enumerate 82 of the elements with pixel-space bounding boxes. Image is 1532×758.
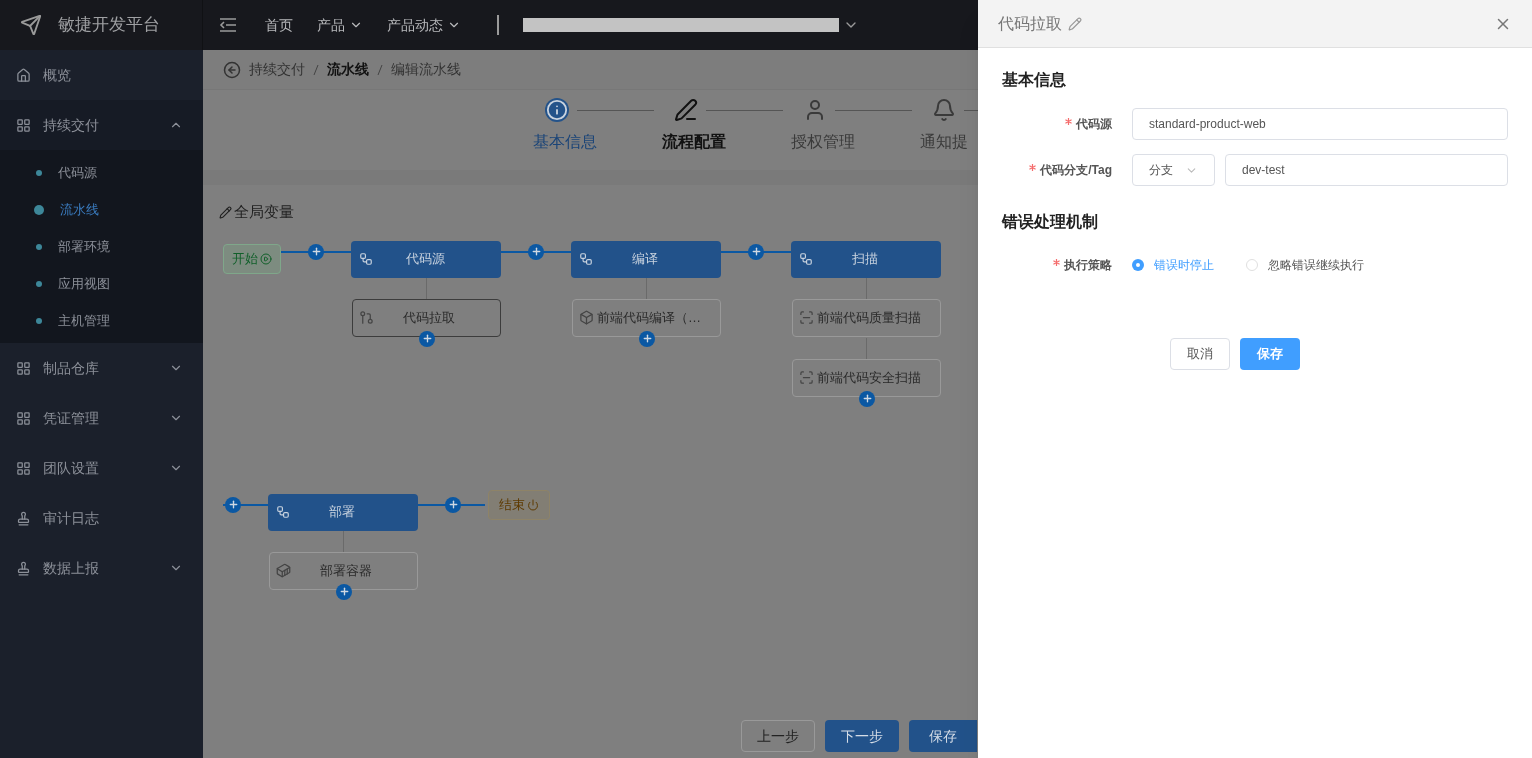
stage-header[interactable]: 代码源 <box>351 240 501 278</box>
scan-icon <box>799 370 814 385</box>
sidebar-item[interactable]: 团队设置 <box>0 443 203 493</box>
bullet-icon <box>36 169 42 176</box>
box-icon <box>579 310 594 325</box>
nav-menu-item[interactable]: 首页 <box>253 14 305 36</box>
step-label: 授权管理 <box>791 132 855 152</box>
footer-button[interactable]: 下一步 <box>825 720 899 752</box>
bullet-icon <box>36 243 42 250</box>
input-field[interactable]: dev-test <box>1225 154 1508 186</box>
stamp-icon <box>16 510 31 526</box>
sidebar-subitem[interactable]: 主机管理 <box>0 302 203 339</box>
step-label: 通知提 <box>920 132 968 152</box>
end-node: 结束 <box>488 489 550 520</box>
task-node[interactable]: 部署容器 <box>269 551 418 590</box>
edit-icon <box>219 205 232 219</box>
drawer-title: 代码拉取 <box>998 13 1062 34</box>
grid-icon <box>16 117 31 133</box>
sidebar-item[interactable]: 凭证管理 <box>0 393 203 443</box>
logo-icon <box>20 14 42 36</box>
input-field[interactable]: standard-product-web <box>1132 108 1508 140</box>
sidebar-subitem[interactable]: 流水线 <box>0 191 203 228</box>
select-field[interactable]: 分支 <box>1132 154 1215 186</box>
bullet-icon <box>36 317 42 324</box>
step-label: 基本信息 <box>533 132 597 152</box>
step-label: 流程配置 <box>662 132 726 152</box>
container-icon <box>276 563 291 578</box>
slash-icon <box>377 63 383 76</box>
sidebar-subitem[interactable]: 部署环境 <box>0 228 203 265</box>
stage-header[interactable]: 扫描 <box>791 240 941 278</box>
stage-icon <box>359 252 373 266</box>
bullet-icon <box>36 280 42 287</box>
sidebar-item[interactable]: 持续交付 <box>0 100 203 150</box>
stage-icon <box>799 252 813 266</box>
sidebar-item[interactable]: 审计日志 <box>0 493 203 543</box>
back-icon[interactable] <box>223 60 241 79</box>
task-node[interactable]: 前端代码安全扫描 <box>792 358 941 397</box>
field-label: 执行策略 <box>1064 257 1112 274</box>
task-node[interactable]: 前端代码质量扫描 <box>792 298 941 337</box>
footer-button[interactable]: 保存 <box>909 720 977 752</box>
brand-name: 敏捷开发平台 <box>58 14 160 37</box>
start-node: 开始 <box>223 243 281 274</box>
global-variables-link[interactable]: 全局变量 <box>234 201 294 224</box>
edit-icon <box>1068 16 1082 31</box>
home-icon <box>16 67 31 83</box>
section-title: 基本信息 <box>1002 70 1067 90</box>
field-label: 代码分支/Tag <box>1040 162 1112 179</box>
bullet-icon <box>34 204 44 215</box>
sidebar-item[interactable]: 数据上报 <box>0 543 203 593</box>
nav-menu-item[interactable]: 产品动态 <box>375 14 473 36</box>
menu-collapse-icon <box>219 17 237 33</box>
sidebar-item[interactable]: 概览 <box>0 50 203 100</box>
drawer-button[interactable]: 保存 <box>1240 338 1300 370</box>
radio-label[interactable]: 错误时停止 <box>1154 256 1214 274</box>
play-icon <box>260 252 272 265</box>
sidebar-subitem[interactable]: 应用视图 <box>0 265 203 302</box>
breadcrumb-item[interactable]: 流水线 <box>327 59 369 80</box>
grid-icon <box>16 410 31 426</box>
slash-icon <box>313 63 319 76</box>
section-title: 错误处理机制 <box>1002 212 1099 232</box>
nav-menu-item[interactable]: 产品 <box>305 14 375 36</box>
field-label: 代码源 <box>1076 116 1112 133</box>
stage-icon <box>276 505 290 519</box>
radio-button[interactable] <box>1132 259 1144 271</box>
radio-label[interactable]: 忽略错误继续执行 <box>1268 256 1364 274</box>
stage-header[interactable]: 编译 <box>571 240 721 278</box>
breadcrumb-item[interactable]: 编辑流水线 <box>391 59 461 80</box>
grid-icon <box>16 460 31 476</box>
power-icon <box>527 498 539 511</box>
stage-icon <box>579 252 593 266</box>
stamp-icon <box>16 560 31 576</box>
branch-icon <box>359 310 374 325</box>
grid-icon <box>16 360 31 376</box>
stage-header[interactable]: 部署 <box>268 493 418 531</box>
breadcrumb-item[interactable]: 持续交付 <box>249 59 305 80</box>
task-node[interactable]: 前端代码编译（… <box>572 298 721 337</box>
drawer-button[interactable]: 取消 <box>1170 338 1230 370</box>
scan-icon <box>799 310 814 325</box>
footer-button[interactable]: 上一步 <box>741 720 815 752</box>
sidebar-item[interactable]: 制品仓库 <box>0 343 203 393</box>
sidebar-subitem[interactable]: 代码源 <box>0 154 203 191</box>
task-node[interactable]: 代码拉取 <box>352 298 501 337</box>
